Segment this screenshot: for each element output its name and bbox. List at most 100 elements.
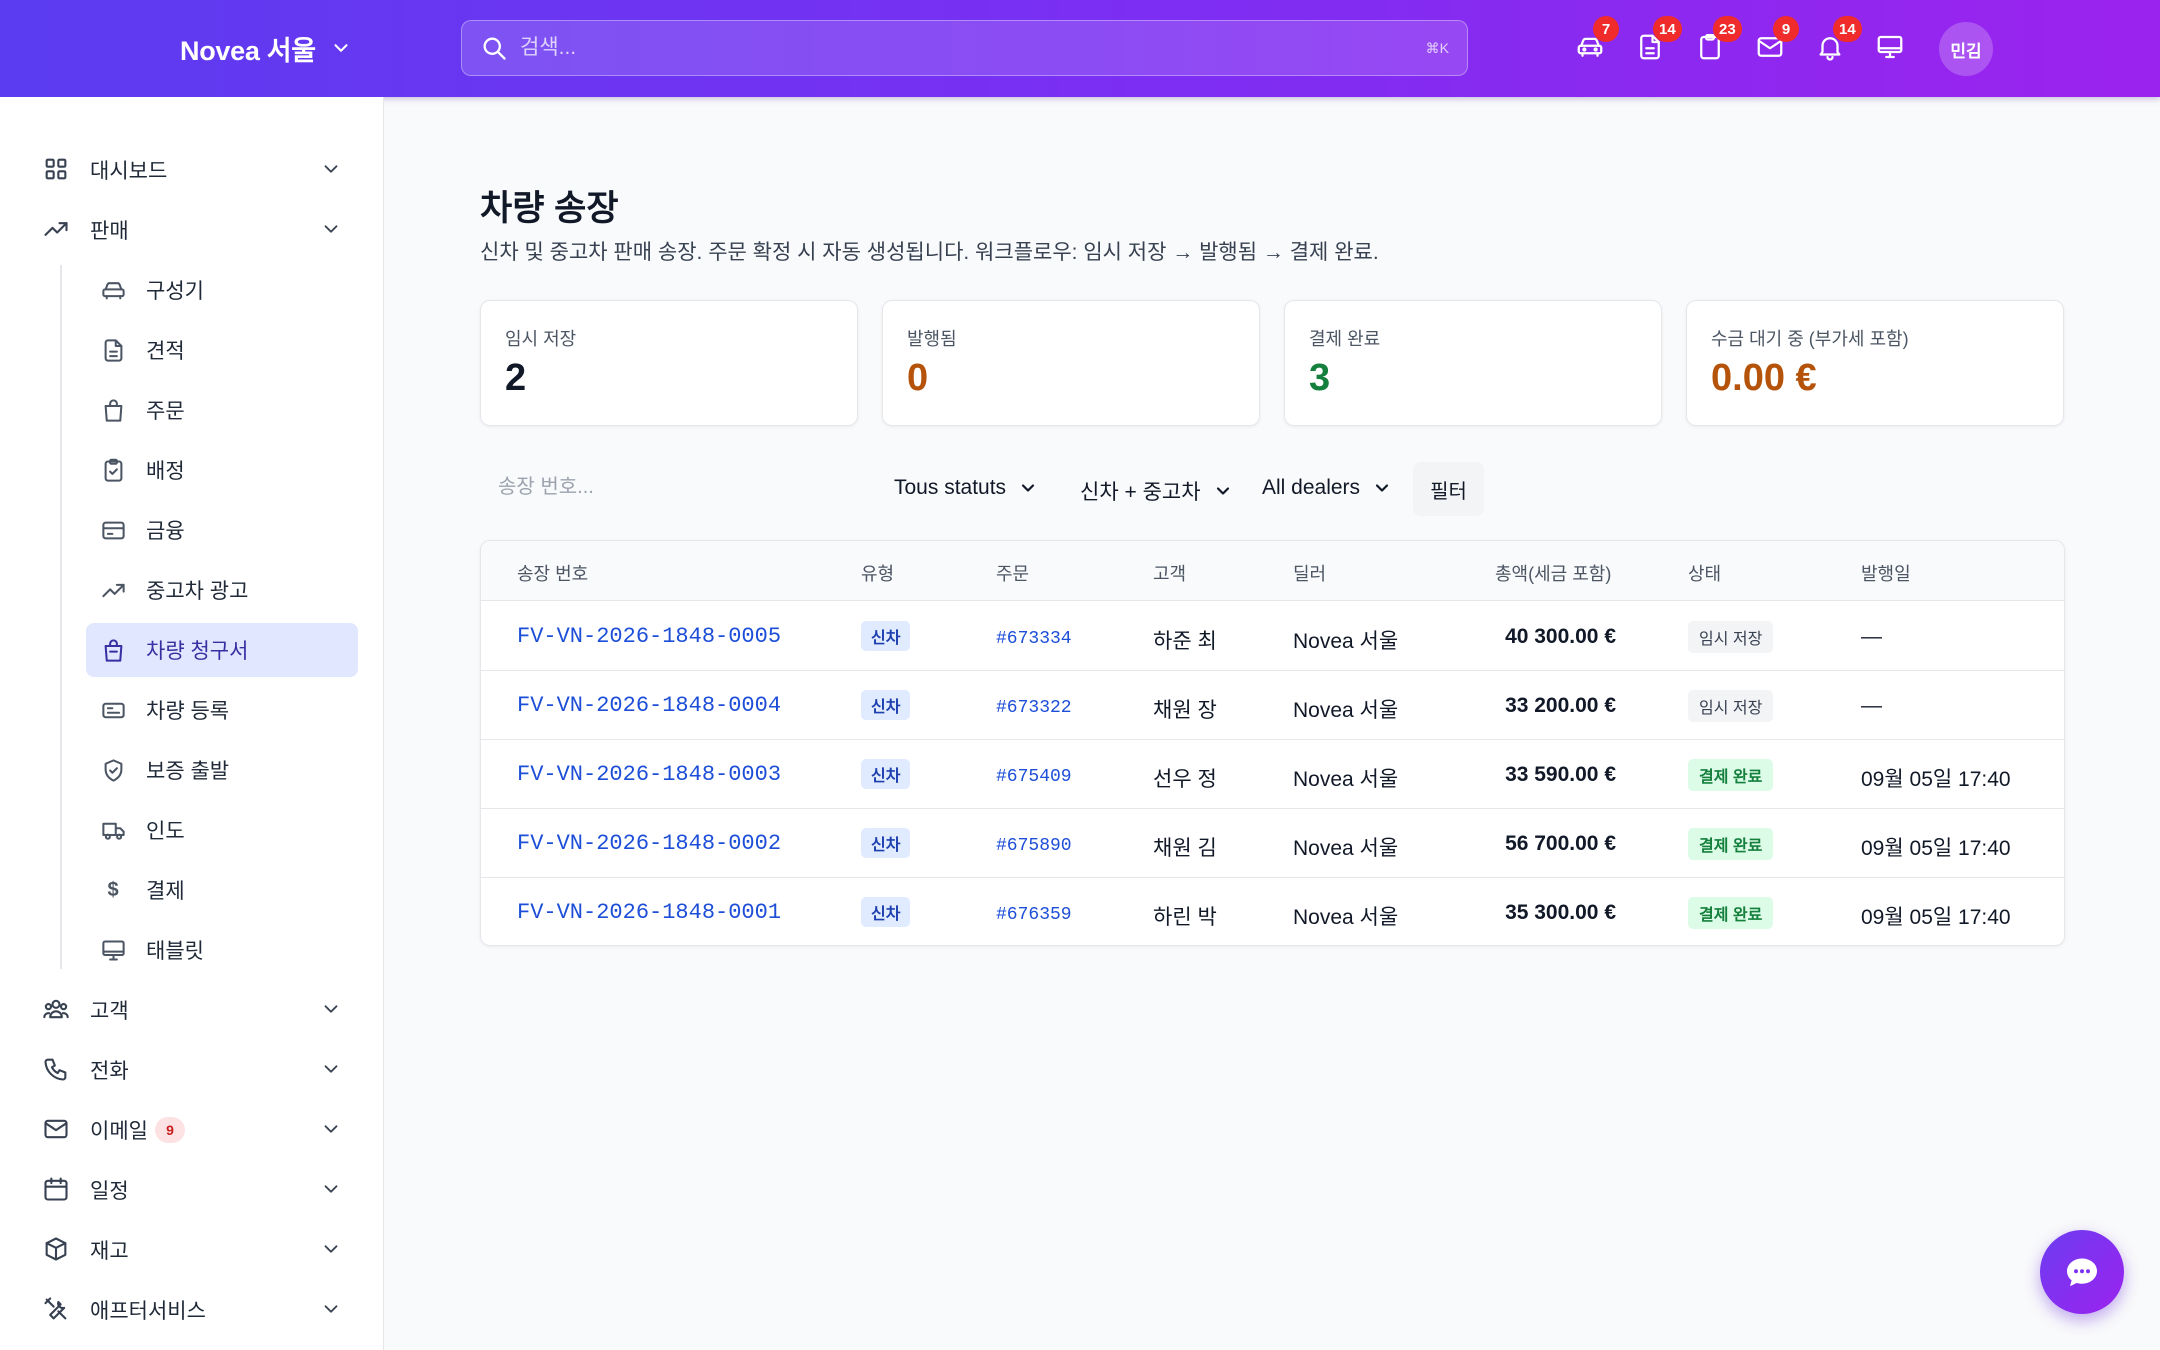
order-link[interactable]: #673322: [996, 698, 1072, 718]
invoice-number-link[interactable]: FV-VN-2026-1848-0005: [517, 624, 781, 649]
order-link[interactable]: #673334: [996, 629, 1072, 649]
sidebar-item-stock[interactable]: 재고: [0, 1220, 384, 1280]
chevron-down-icon: [1216, 487, 1229, 495]
filter-button[interactable]: 필터: [1413, 462, 1484, 516]
stat-value: 0: [907, 357, 929, 399]
stat-label: 결제 완료: [1309, 329, 1381, 349]
sidebar-item-label: 판매: [90, 220, 129, 243]
invoice-number-link[interactable]: FV-VN-2026-1848-0002: [517, 831, 781, 856]
sidebar-item-phone[interactable]: 전화: [0, 1040, 384, 1100]
sidebar-item-allocation[interactable]: 배정: [86, 443, 358, 497]
notification-badge: 23: [1713, 16, 1742, 42]
column-header: 유형: [861, 564, 895, 584]
sidebar-item-payment[interactable]: $ 결제: [86, 863, 358, 917]
sidebar-item-label: 주문: [146, 400, 185, 423]
order-link[interactable]: #675409: [996, 767, 1072, 787]
order-link[interactable]: #675890: [996, 836, 1072, 856]
amount: 33 200.00 €: [1505, 694, 1616, 717]
sidebar-item-label: 대시보드: [90, 160, 168, 183]
sidebar-item-sales[interactable]: 판매: [0, 200, 384, 260]
chat-button[interactable]: [2040, 1230, 2124, 1314]
sidebar-item-label: 재고: [90, 1240, 129, 1263]
sidebar-item-delivery[interactable]: 인도: [86, 803, 358, 857]
truck-icon: [98, 815, 128, 845]
brand-switcher[interactable]: Novea 서울: [180, 27, 352, 69]
issue-date: 09월 05일 17:40: [1861, 768, 2011, 791]
status-select-value: Tous statuts: [894, 476, 1007, 499]
sidebar-item-calendar[interactable]: 일정: [0, 1160, 384, 1220]
sidebar-item-aftersales[interactable]: 애프터서비스: [0, 1280, 384, 1340]
notifications-button[interactable]: 14: [1815, 16, 1862, 64]
dealer-name: Novea 서울: [1293, 630, 1399, 653]
sidebar-item-finance[interactable]: 금융: [86, 503, 358, 557]
sidebar-item-customers[interactable]: 고객: [0, 980, 384, 1040]
vehicle-kind-select[interactable]: 신차 + 중고차: [1080, 476, 1233, 506]
sidebar-item-label: 인도: [146, 820, 185, 843]
column-header: 총액(세금 포함): [1495, 564, 1612, 584]
sidebar-item-label: 구성기: [146, 280, 204, 303]
status-badge: 임시 저장: [1688, 621, 1774, 653]
mail-icon: [42, 1115, 72, 1145]
sidebar-item-tablet[interactable]: 태블릿: [86, 923, 358, 977]
customer-name: 채원 장: [1153, 699, 1217, 722]
tasks-button[interactable]: 23: [1695, 16, 1742, 64]
amount: 33 590.00 €: [1505, 763, 1616, 786]
table-header: 송장 번호 유형 주문 고객 딜러 총액(세금 포함) 상태 발행일: [481, 541, 2064, 601]
column-header: 발행일: [1861, 564, 1911, 584]
filter-bar: Tous statuts 신차 + 중고차 All dealers 필터: [480, 462, 1484, 516]
sidebar-item-vehicle-registration[interactable]: 차량 등록: [86, 683, 358, 737]
invoice-number-link[interactable]: FV-VN-2026-1848-0001: [517, 900, 781, 925]
sidebar-item-label: 일정: [90, 1180, 129, 1203]
sidebar-item-label: 차량 청구서: [146, 640, 249, 663]
customer-name: 하린 박: [1153, 906, 1217, 929]
status-select[interactable]: Tous statuts: [894, 476, 1038, 500]
grid-icon: [42, 155, 72, 185]
shopping-bag-icon: [98, 635, 128, 665]
dealer-select[interactable]: All dealers: [1262, 476, 1392, 500]
sidebar-item-warranty[interactable]: 보증 출발: [86, 743, 358, 797]
sidebar-item-orders[interactable]: 주문: [86, 383, 358, 437]
sidebar-item-dashboard[interactable]: 대시보드: [0, 140, 384, 200]
credit-card-icon: [98, 515, 128, 545]
invoice-number-link[interactable]: FV-VN-2026-1848-0004: [517, 693, 781, 718]
table-row[interactable]: FV-VN-2026-1848-0004 신차 #673322 채원 장 Nov…: [481, 671, 2064, 740]
trending-up-icon: [98, 575, 128, 605]
invoice-number-input[interactable]: [498, 476, 798, 499]
table-row[interactable]: FV-VN-2026-1848-0002 신차 #675890 채원 김 Nov…: [481, 809, 2064, 878]
sidebar-item-quotes[interactable]: 견적: [86, 323, 358, 377]
monitor-icon: [1877, 35, 1903, 59]
order-link[interactable]: #676359: [996, 905, 1072, 925]
table-row[interactable]: FV-VN-2026-1848-0001 신차 #676359 하린 박 Nov…: [481, 878, 2064, 945]
mail-button[interactable]: 9: [1755, 16, 1799, 64]
column-header: 주문: [996, 564, 1030, 584]
stat-card-paid: 결제 완료 3: [1284, 300, 1662, 426]
documents-button[interactable]: 14: [1635, 16, 1682, 64]
invoice-number-link[interactable]: FV-VN-2026-1848-0003: [517, 762, 781, 787]
notification-badge: 14: [1653, 16, 1682, 42]
sidebar-item-label: 차량 등록: [146, 700, 230, 723]
clipboard-check-icon: [98, 455, 128, 485]
stat-card-pending: 수금 대기 중 (부가세 포함) 0.00 €: [1686, 300, 2064, 426]
vehicles-button[interactable]: 7: [1575, 16, 1619, 64]
global-search[interactable]: ⌘K: [461, 20, 1468, 76]
stat-card-draft: 임시 저장 2: [480, 300, 858, 426]
dealer-name: Novea 서울: [1293, 768, 1399, 791]
sidebar-item-email[interactable]: 이메일 9: [0, 1100, 384, 1160]
sidebar-item-used-car-ads[interactable]: 중고차 광고: [86, 563, 358, 617]
chevron-down-icon: [320, 1118, 344, 1142]
sidebar-item-label: 결제: [146, 880, 185, 903]
column-header: 상태: [1688, 564, 1722, 584]
dealer-name: Novea 서울: [1293, 906, 1399, 929]
sidebar-item-vehicle-invoices[interactable]: 차량 청구서: [86, 623, 358, 677]
customer-name: 채원 김: [1153, 837, 1217, 860]
table-row[interactable]: FV-VN-2026-1848-0003 신차 #675409 선우 정 Nov…: [481, 740, 2064, 809]
sidebar-item-label: 배정: [146, 460, 185, 483]
sidebar-item-configurator[interactable]: 구성기: [86, 263, 358, 317]
chevron-down-icon: [320, 1058, 344, 1082]
tablet-mode-button[interactable]: [1875, 32, 1907, 64]
search-input[interactable]: [520, 36, 1426, 60]
table-row[interactable]: FV-VN-2026-1848-0005 신차 #673334 하준 최 Nov…: [481, 602, 2064, 671]
type-badge: 신차: [861, 690, 911, 720]
user-avatar[interactable]: 민김: [1939, 22, 1993, 76]
calendar-icon: [42, 1175, 72, 1205]
